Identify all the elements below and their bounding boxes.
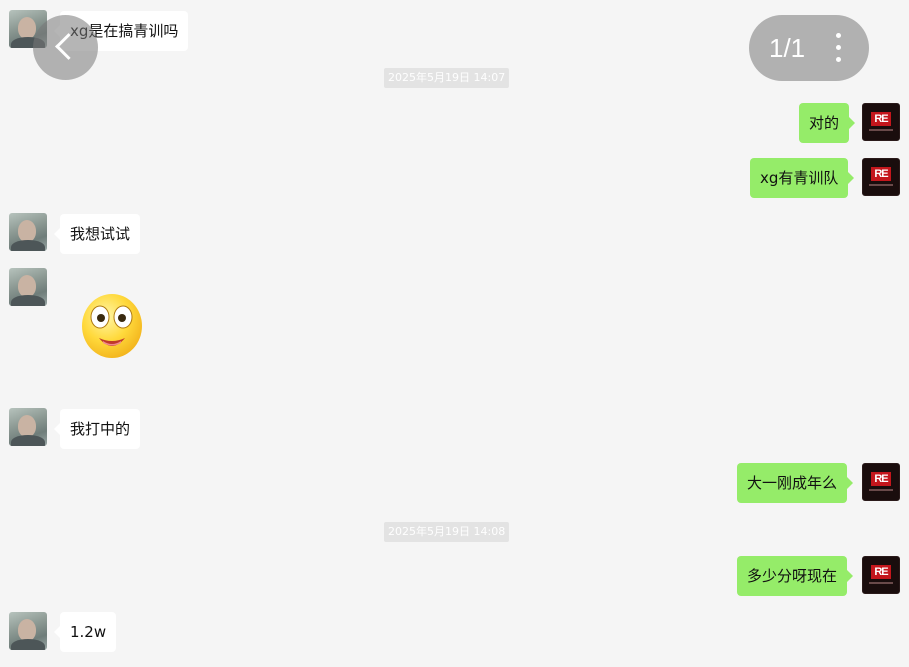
chat-screenshot-viewer: xg是在搞青训吗 2025年5月19日 14:07 对的 RE xg有青训队 R… (0, 0, 909, 667)
team-logo-icon: RE (871, 112, 891, 126)
message-timestamp: 2025年5月19日 14:07 (384, 68, 510, 88)
more-vertical-icon (836, 33, 841, 38)
image-viewer-toolbar: 1/1 (749, 15, 869, 81)
message-bubble-peer[interactable]: 1.2w (53, 612, 117, 652)
message-bubble-self[interactable]: 大一刚成年么 (737, 463, 854, 503)
shocked-face-emoji-icon[interactable] (78, 290, 146, 362)
peer-avatar[interactable] (9, 408, 47, 446)
self-avatar[interactable]: RE (862, 463, 900, 501)
chevron-left-icon (55, 33, 82, 60)
more-vertical-icon (836, 57, 841, 62)
message-bubble-peer[interactable]: 我想试试 (53, 214, 141, 254)
self-avatar[interactable]: RE (862, 103, 900, 141)
team-logo-icon: RE (871, 167, 891, 181)
team-logo-icon: RE (871, 565, 891, 579)
message-bubble-self[interactable]: 对的 (799, 103, 856, 143)
more-options-button[interactable] (829, 31, 849, 65)
message-bubble-peer[interactable]: 我打中的 (53, 409, 141, 449)
message-timestamp: 2025年5月19日 14:08 (384, 522, 510, 542)
message-bubble-self[interactable]: 多少分呀现在 (737, 556, 854, 596)
self-avatar[interactable]: RE (862, 158, 900, 196)
page-counter: 1/1 (769, 33, 806, 63)
more-vertical-icon (836, 45, 841, 50)
self-avatar[interactable]: RE (862, 556, 900, 594)
message-bubble-self[interactable]: xg有青训队 (750, 158, 855, 198)
back-button[interactable] (33, 15, 98, 80)
team-logo-icon: RE (871, 472, 891, 486)
peer-avatar[interactable] (9, 612, 47, 650)
peer-avatar[interactable] (9, 268, 47, 306)
peer-avatar[interactable] (9, 213, 47, 251)
